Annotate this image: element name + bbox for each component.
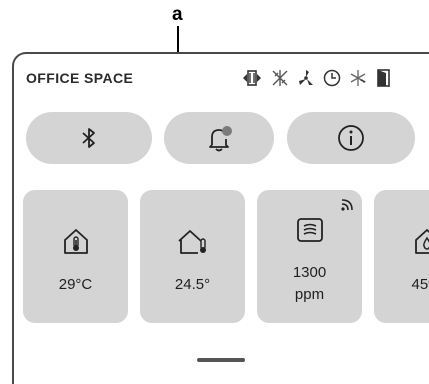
outdoor-temperature-icon — [176, 226, 210, 256]
home-indicator[interactable] — [197, 358, 245, 362]
bell-icon — [203, 122, 235, 154]
ventilation-unit-icon — [242, 68, 262, 88]
tile-humidity[interactable]: 45% — [374, 190, 429, 323]
notification-badge — [222, 126, 232, 136]
door-icon — [374, 68, 394, 88]
callout-label: a — [172, 4, 183, 26]
signal-icon — [340, 198, 354, 212]
device-screen: OFFICE SPACE 29°C — [12, 52, 429, 384]
indoor-temperature-icon — [62, 226, 90, 256]
notifications-button[interactable] — [164, 112, 274, 164]
bluetooth-button[interactable] — [26, 112, 152, 164]
clock-icon — [322, 68, 342, 88]
humidity-icon — [413, 226, 429, 256]
co2-unit: ppm — [257, 286, 362, 303]
bluetooth-icon — [79, 126, 99, 150]
room-title: OFFICE SPACE — [26, 70, 133, 86]
indoor-temperature-value: 29°C — [23, 276, 128, 293]
info-button[interactable] — [287, 112, 415, 164]
co2-icon — [295, 216, 325, 244]
tile-outdoor-temperature[interactable]: 24.5° — [140, 190, 245, 323]
co2-value: 1300 — [257, 264, 362, 281]
heating-icon — [348, 68, 368, 88]
tile-co2[interactable]: 1300 ppm — [257, 190, 362, 323]
tile-indoor-temperature[interactable]: 29°C — [23, 190, 128, 323]
fan-icon — [296, 68, 316, 88]
info-icon — [336, 123, 366, 153]
humidity-value: 45% — [374, 276, 429, 293]
defrost-icon — [270, 68, 290, 88]
outdoor-temperature-value: 24.5° — [140, 276, 245, 293]
